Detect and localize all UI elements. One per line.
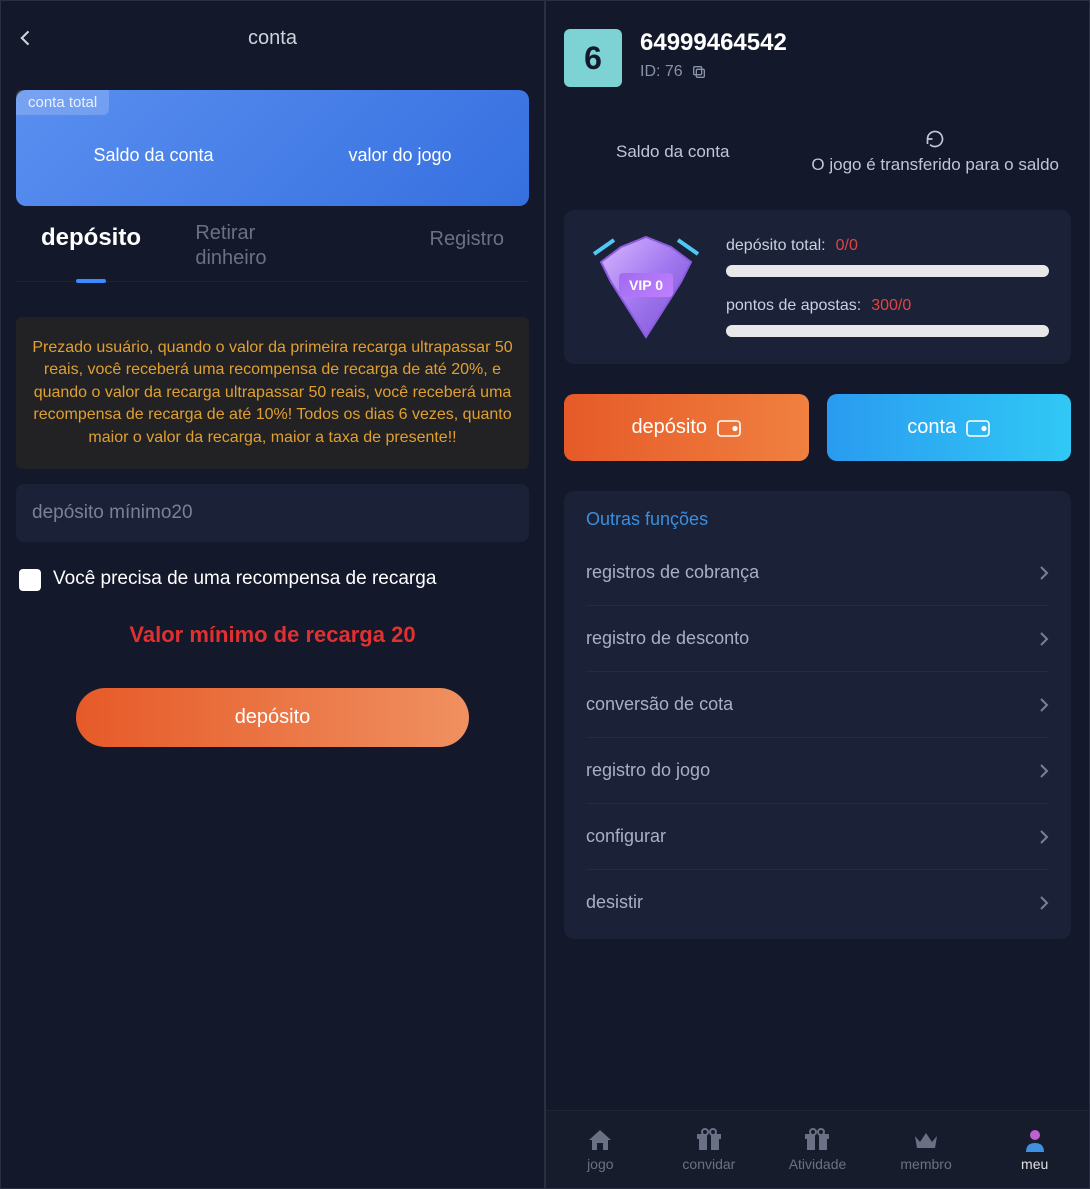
nav-activity[interactable]: Atividade <box>763 1111 872 1188</box>
chevron-right-icon <box>1039 829 1049 845</box>
balance-transfer-row: Saldo da conta O jogo é transferido para… <box>546 99 1089 195</box>
chevron-right-icon <box>1039 565 1049 581</box>
profile-header: 6 64999464542 ID: 76 <box>546 1 1089 99</box>
chevron-right-icon <box>1039 763 1049 779</box>
deposit-progress-bar <box>726 265 1049 277</box>
crown-icon <box>913 1128 939 1152</box>
account-balance-label: Saldo da conta <box>616 142 729 162</box>
tab-bar: depósito Retirar dinheiro Registro <box>16 221 529 282</box>
checkbox-icon[interactable] <box>19 569 41 591</box>
nav-mine[interactable]: meu <box>980 1111 1089 1188</box>
promo-banner: Prezado usuário, quando o valor da prime… <box>16 317 529 469</box>
func-label: registro de desconto <box>586 628 749 649</box>
gift-icon <box>804 1128 830 1152</box>
gift-icon <box>696 1128 722 1152</box>
func-label: registro do jogo <box>586 760 710 781</box>
tab-withdraw-line1: Retirar <box>195 222 255 244</box>
min-recharge-warning: Valor mínimo de recarga 20 <box>1 622 544 648</box>
header: conta <box>1 1 544 75</box>
bottom-nav: jogo convidar Atividade membro meu <box>546 1110 1089 1188</box>
nav-label: membro <box>900 1156 951 1172</box>
func-label: conversão de cota <box>586 694 733 715</box>
reward-checkbox-row[interactable]: Você precisa de uma recompensa de recarg… <box>1 557 544 602</box>
person-icon <box>1022 1128 1048 1152</box>
balance-card: conta total Saldo da conta valor do jogo <box>16 90 529 206</box>
vip-badge: VIP 0 <box>586 232 706 342</box>
tab-withdraw-line2: dinheiro <box>195 247 266 269</box>
other-functions-title: Outras funções <box>586 509 1049 530</box>
func-label: configurar <box>586 826 666 847</box>
profile-screen: 6 64999464542 ID: 76 Saldo da conta O jo… <box>545 0 1090 1189</box>
func-configure[interactable]: configurar <box>586 804 1049 870</box>
bet-points-label: pontos de apostas: <box>726 297 861 315</box>
func-game-record[interactable]: registro do jogo <box>586 738 1049 804</box>
total-deposit-value: 0/0 <box>836 237 858 255</box>
refresh-icon[interactable] <box>925 129 945 149</box>
chevron-right-icon <box>1039 631 1049 647</box>
wallet-icon <box>966 418 990 438</box>
nav-label: jogo <box>587 1156 613 1172</box>
chevron-right-icon <box>1039 895 1049 911</box>
account-button[interactable]: conta <box>827 394 1072 461</box>
transfer-label: O jogo é transferido para o saldo <box>811 155 1059 175</box>
tab-register[interactable]: Registro <box>350 221 504 271</box>
points-progress-bar <box>726 325 1049 337</box>
copy-icon[interactable] <box>691 64 707 80</box>
deposit-amount-input[interactable]: depósito mínimo20 <box>16 484 529 542</box>
total-deposit-label: depósito total: <box>726 237 826 255</box>
balance-label-account: Saldo da conta <box>93 145 213 166</box>
chevron-right-icon <box>1039 697 1049 713</box>
nav-member[interactable]: membro <box>872 1111 981 1188</box>
balance-tag: conta total <box>16 90 109 115</box>
nav-invite[interactable]: convidar <box>655 1111 764 1188</box>
func-label: registros de cobrança <box>586 562 759 583</box>
vip-level-badge: VIP 0 <box>619 273 673 297</box>
balance-label-game: valor do jogo <box>348 145 451 166</box>
deposit-button-label: depósito <box>631 416 707 439</box>
func-quit[interactable]: desistir <box>586 870 1049 935</box>
vip-card: VIP 0 depósito total: 0/0 pontos de apos… <box>564 210 1071 364</box>
deposit-button[interactable]: depósito <box>564 394 809 461</box>
func-billing-records[interactable]: registros de cobrança <box>586 540 1049 606</box>
back-icon[interactable] <box>16 28 36 48</box>
deposit-submit-button[interactable]: depósito <box>76 688 469 747</box>
username: 64999464542 <box>640 29 787 57</box>
tab-withdraw[interactable]: Retirar dinheiro <box>195 221 349 271</box>
nav-game[interactable]: jogo <box>546 1111 655 1188</box>
wallet-icon <box>717 418 741 438</box>
func-quota-conversion[interactable]: conversão de cota <box>586 672 1049 738</box>
avatar[interactable]: 6 <box>564 29 622 87</box>
page-title: conta <box>1 27 544 50</box>
func-label: desistir <box>586 892 643 913</box>
nav-label: Atividade <box>789 1156 847 1172</box>
tab-deposit[interactable]: depósito <box>41 221 195 271</box>
user-id: ID: 76 <box>640 63 683 81</box>
home-icon <box>587 1128 613 1152</box>
nav-label: convidar <box>682 1156 735 1172</box>
other-functions-panel: Outras funções registros de cobrança reg… <box>564 491 1071 939</box>
account-button-label: conta <box>907 416 956 439</box>
func-discount-record[interactable]: registro de desconto <box>586 606 1049 672</box>
reward-checkbox-label: Você precisa de uma recompensa de recarg… <box>53 567 436 592</box>
action-buttons: depósito conta <box>546 379 1089 476</box>
bet-points-value: 300/0 <box>871 297 911 315</box>
nav-label: meu <box>1021 1156 1048 1172</box>
deposit-screen: conta conta total Saldo da conta valor d… <box>0 0 545 1189</box>
